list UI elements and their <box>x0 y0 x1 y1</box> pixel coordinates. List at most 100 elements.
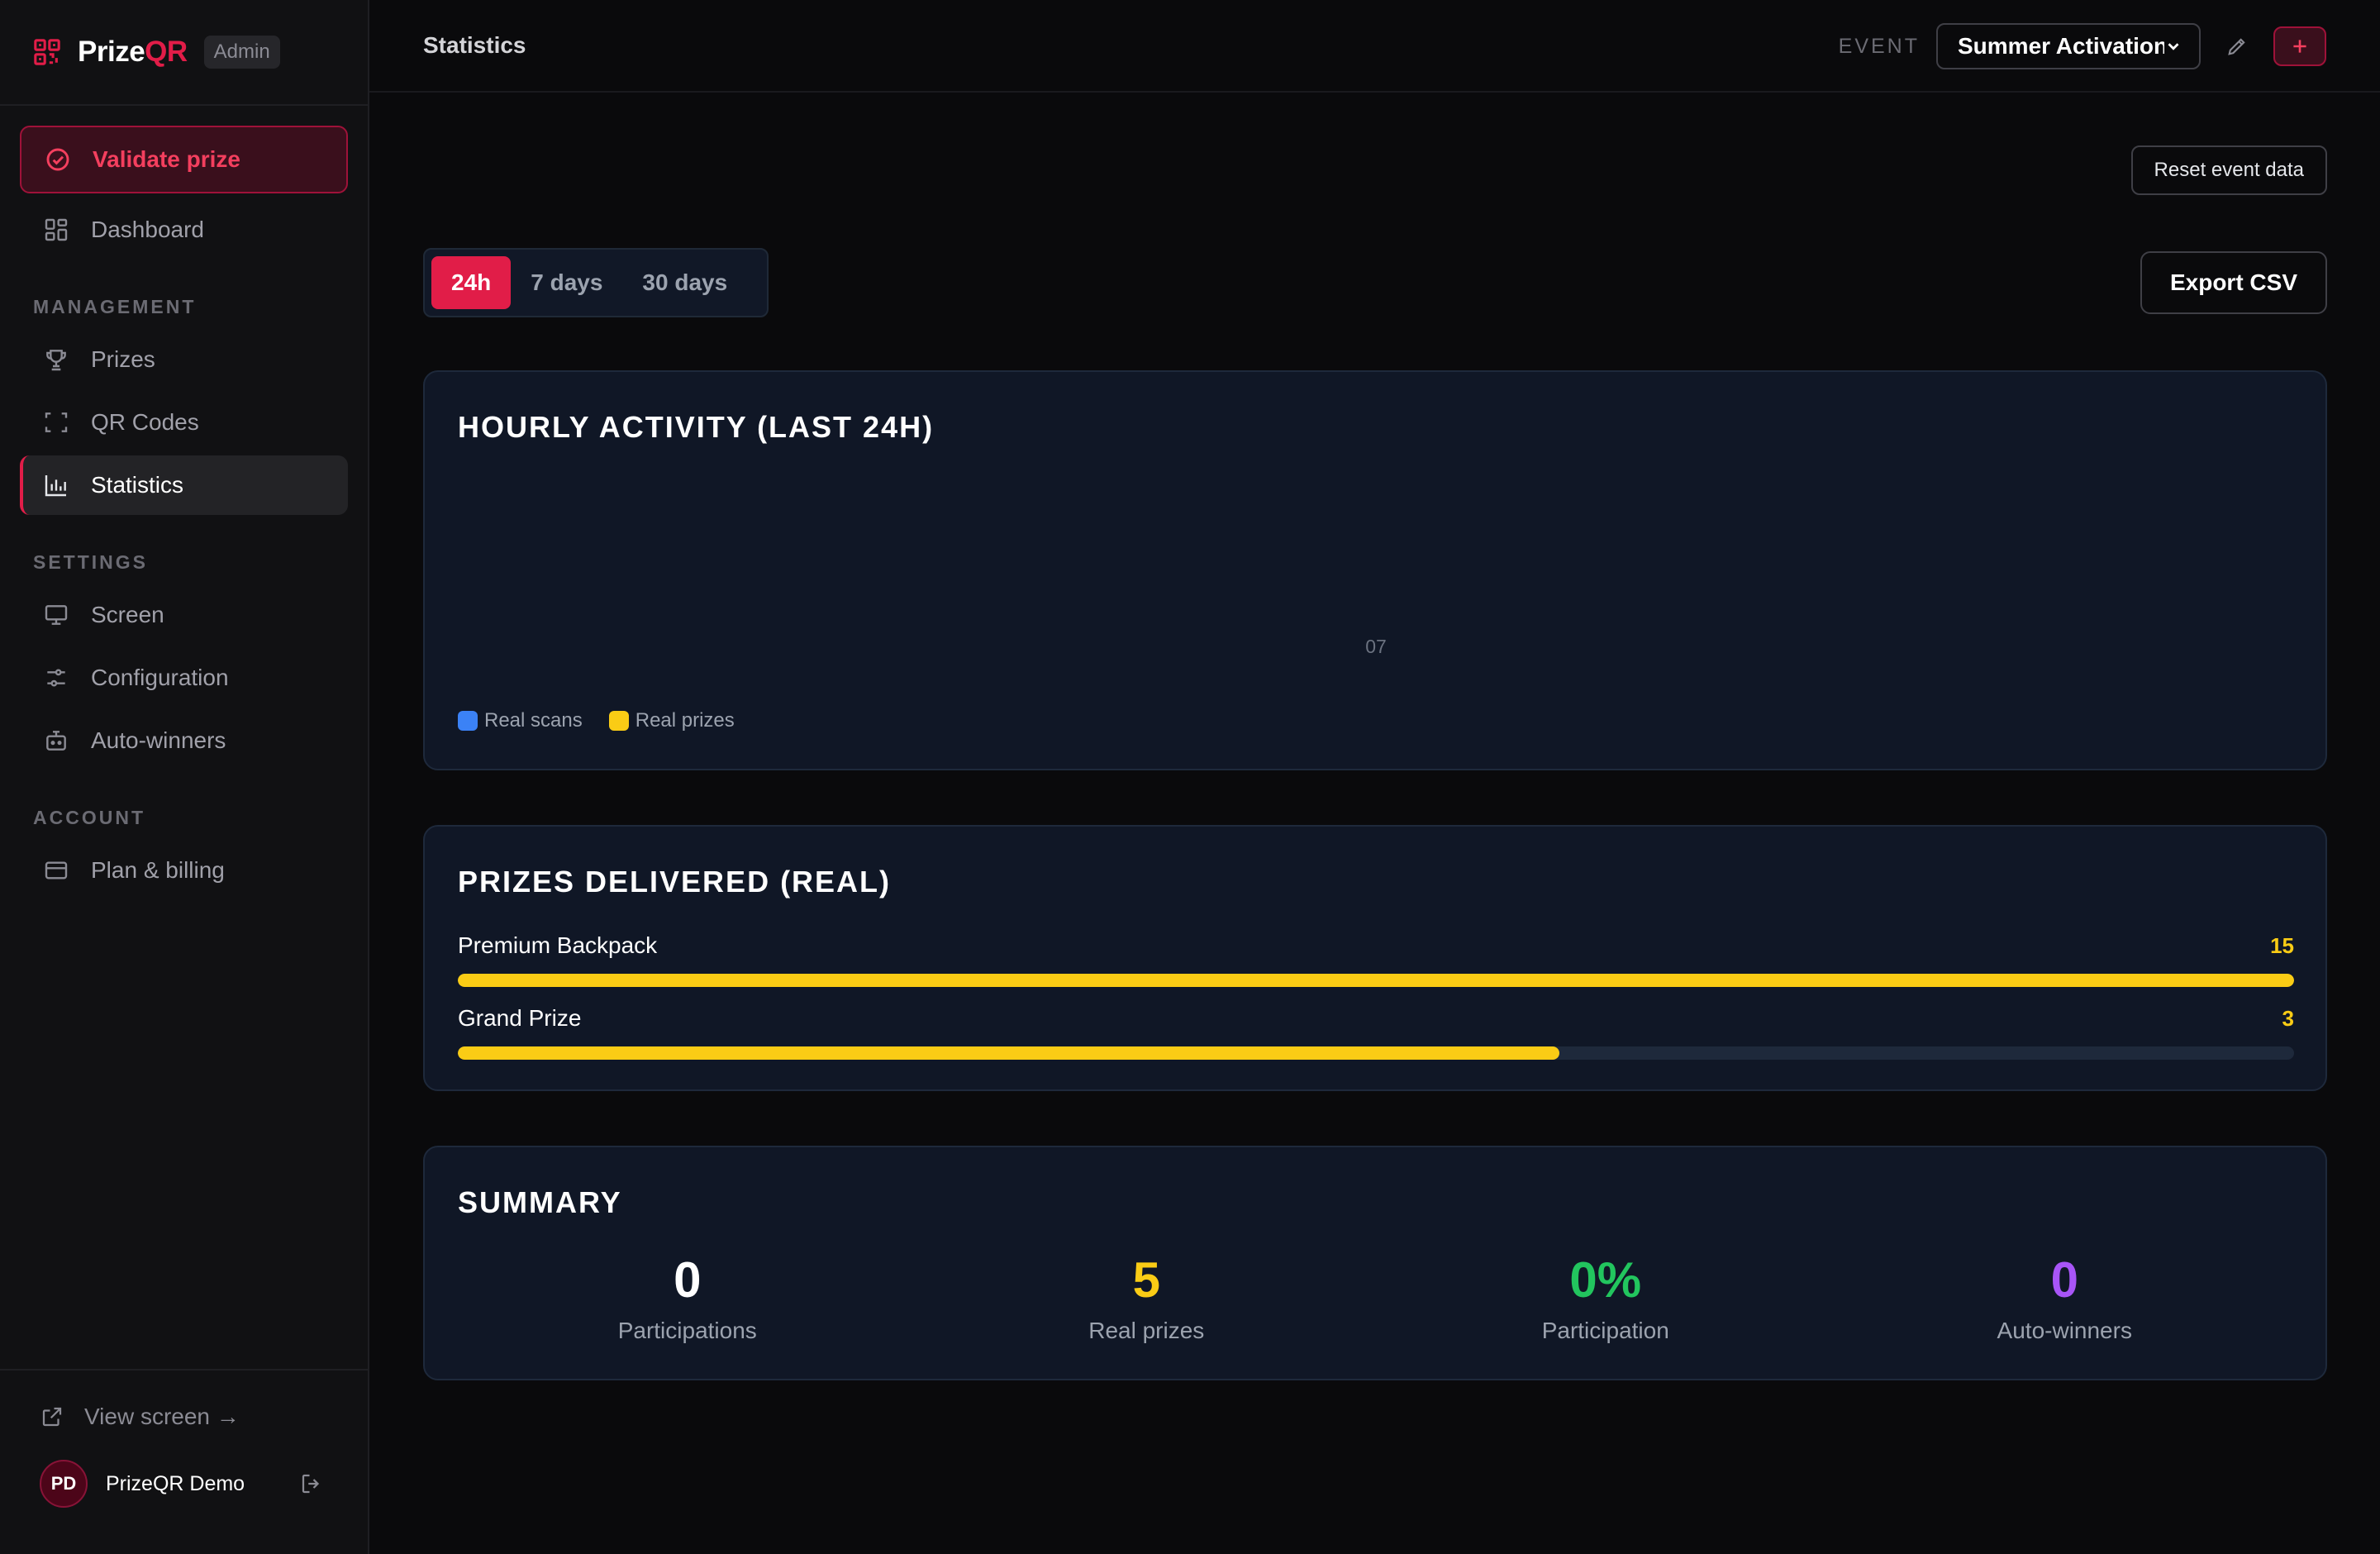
bar-chart-icon <box>45 475 66 497</box>
edit-event-button[interactable] <box>2219 28 2255 64</box>
sidebar-item-screen[interactable]: Screen <box>20 585 348 645</box>
stat-label: Participation <box>1541 1318 1669 1343</box>
chart-tick-label: 07 <box>1365 636 1387 657</box>
sidebar-item-qr-codes[interactable]: QR Codes <box>20 393 348 452</box>
reset-event-data-button[interactable]: Reset event data <box>2130 145 2327 195</box>
sliders-icon <box>47 669 65 687</box>
legend-item-prizes: Real prizes <box>608 709 735 732</box>
prize-name: Premium Backpack <box>458 932 658 958</box>
sidebar-item-label: QR Codes <box>91 409 199 435</box>
prizes-delivered-title: PRIZES DELIVERED (REAL) <box>458 865 892 899</box>
dashboard-icon <box>45 218 68 241</box>
topbar: Statistics EVENT Summer Activation <box>369 0 2380 93</box>
prize-bar-track <box>458 974 2294 987</box>
app-root: PrizeQR Admin Validate prize Dashboard M… <box>0 0 2380 1554</box>
summary-stats: 0 Participations 5 Real prizes 0% Partic… <box>458 1253 2294 1344</box>
credit-card-icon <box>45 861 68 879</box>
sidebar-item-label: Plan & billing <box>91 857 225 883</box>
prize-bar-fill <box>458 974 2294 987</box>
stat-label: Real prizes <box>1088 1318 1205 1343</box>
sidebar-item-auto-winners[interactable]: Auto-winners <box>20 711 348 770</box>
check-circle-icon <box>46 148 69 171</box>
plus-icon <box>2293 40 2306 53</box>
prize-count: 3 <box>2282 1005 2294 1031</box>
stat-participation-rate: 0% Participation <box>1376 1253 1835 1344</box>
sidebar-item-prizes[interactable]: Prizes <box>20 330 348 389</box>
sidebar-item-label: Prizes <box>91 346 155 372</box>
stat-real-prizes: 5 Real prizes <box>917 1253 1377 1344</box>
sidebar-footer: View screen → PD PrizeQR Demo <box>0 1369 368 1554</box>
hourly-activity-chart: 07 <box>1365 636 1387 657</box>
event-label: EVENT <box>1838 34 1920 58</box>
legend-item-scans: Real scans <box>458 709 583 732</box>
event-select[interactable]: Summer Activation <box>1936 23 2201 69</box>
prize-row: Premium Backpack 15 <box>458 929 2294 987</box>
sidebar-nav: Validate prize Dashboard MANAGEMENT Priz… <box>0 106 368 900</box>
monitor-icon <box>45 605 68 625</box>
stat-participations: 0 Participations <box>458 1253 917 1344</box>
stat-value: 0 <box>674 1252 702 1308</box>
pencil-icon <box>2228 38 2245 55</box>
external-link-icon <box>42 1407 62 1427</box>
stat-value: 0% <box>1569 1252 1642 1308</box>
sidebar-item-label: Configuration <box>91 665 229 690</box>
chart-legend: Real scans Real prizes <box>458 709 761 732</box>
page-title: Statistics <box>423 32 526 58</box>
prizes-delivered-card: PRIZES DELIVERED (REAL) Premium Backpack… <box>423 825 2327 1091</box>
user-row: PD PrizeQR Demo <box>40 1460 368 1508</box>
legend-swatch-scans <box>458 711 478 731</box>
bot-icon <box>46 731 66 751</box>
sidebar-item-dashboard[interactable]: Dashboard <box>20 200 348 260</box>
chevron-down-icon <box>2168 43 2179 50</box>
hourly-activity-card: HOURLY ACTIVITY (LAST 24H) 07 Real scans… <box>423 370 2327 770</box>
event-select-value: Summer Activation <box>1958 33 2164 59</box>
legend-swatch-prizes <box>608 711 629 731</box>
summary-card: SUMMARY 0 Participations 5 Real prizes 0… <box>423 1146 2327 1380</box>
section-settings: SETTINGS <box>33 551 149 573</box>
add-event-button[interactable] <box>2273 26 2326 66</box>
legend-label-scans: Real scans <box>484 709 583 732</box>
validate-prize-label: Validate prize <box>93 146 240 172</box>
prize-count: 15 <box>2270 932 2294 958</box>
role-badge: Admin <box>203 36 280 69</box>
sidebar-item-plan-billing[interactable]: Plan & billing <box>20 841 348 900</box>
logout-icon[interactable] <box>299 1471 324 1496</box>
brand[interactable]: PrizeQR Admin <box>0 0 368 106</box>
sidebar-item-label: Statistics <box>91 472 184 498</box>
prize-row: Grand Prize 3 <box>458 1002 2294 1060</box>
stat-label: Auto-winners <box>1997 1318 2132 1343</box>
qr-logo-icon <box>34 39 60 65</box>
legend-label-prizes: Real prizes <box>635 709 735 732</box>
stat-auto-winners: 0 Auto-winners <box>1835 1253 2295 1344</box>
section-management: MANAGEMENT <box>33 296 197 317</box>
section-account: ACCOUNT <box>33 807 145 828</box>
prize-bar-fill <box>458 1046 1560 1060</box>
brand-name: PrizeQR <box>78 36 188 68</box>
sidebar-item-label: Screen <box>91 602 164 627</box>
sidebar-item-label: Dashboard <box>91 217 204 242</box>
stat-value: 0 <box>2050 1252 2078 1308</box>
sidebar: PrizeQR Admin Validate prize Dashboard M… <box>0 0 369 1554</box>
trophy-icon <box>46 350 66 371</box>
sidebar-item-statistics[interactable]: Statistics <box>20 455 348 515</box>
user-name: PrizeQR Demo <box>106 1471 245 1495</box>
tab-7-days[interactable]: 7 days <box>511 256 622 309</box>
range-tabs: 24h 7 days 30 days <box>423 248 769 317</box>
sidebar-item-configuration[interactable]: Configuration <box>20 648 348 708</box>
stat-value: 5 <box>1132 1252 1160 1308</box>
export-csv-button[interactable]: Export CSV <box>2140 251 2327 314</box>
prize-bar-track <box>458 1046 2294 1060</box>
event-controls: EVENT Summer Activation <box>1839 23 2326 69</box>
prize-name: Grand Prize <box>458 1005 582 1031</box>
validate-prize-button[interactable]: Validate prize <box>20 126 348 193</box>
stat-label: Participations <box>617 1318 757 1343</box>
avatar[interactable]: PD <box>40 1460 88 1508</box>
view-screen-link[interactable]: View screen → <box>40 1404 368 1430</box>
scan-icon <box>45 412 68 432</box>
hourly-activity-title: HOURLY ACTIVITY (LAST 24H) <box>458 410 935 444</box>
tab-30-days[interactable]: 30 days <box>622 256 747 309</box>
tab-24h[interactable]: 24h <box>431 256 512 309</box>
sidebar-item-label: Auto-winners <box>91 727 226 753</box>
view-screen-label: View screen → <box>84 1404 240 1429</box>
summary-title: SUMMARY <box>458 1185 622 1219</box>
